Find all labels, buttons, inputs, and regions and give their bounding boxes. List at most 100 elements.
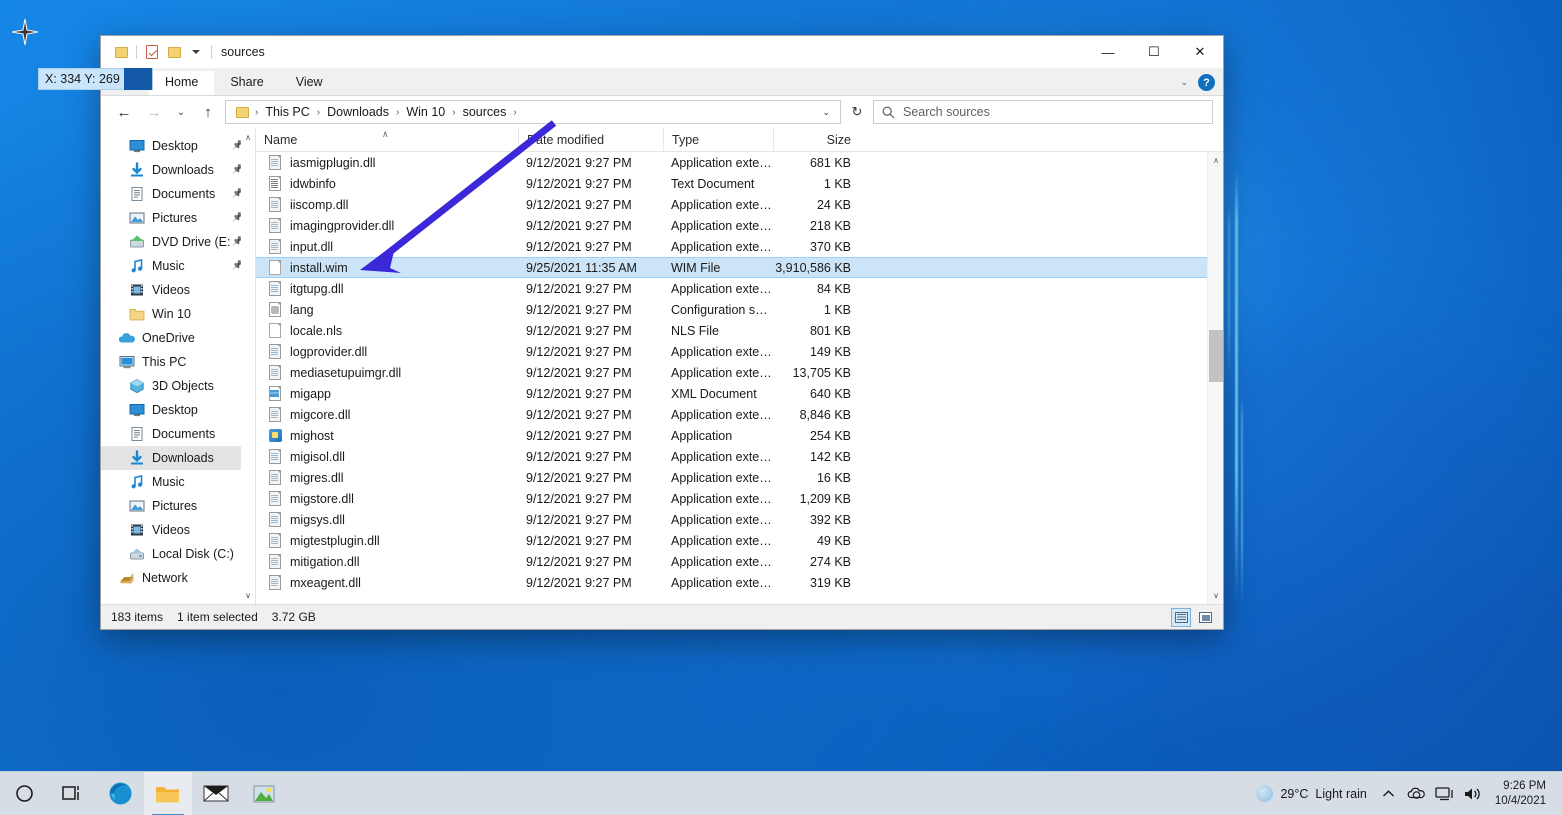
- list-scroll-down-icon[interactable]: ∨: [1208, 587, 1223, 604]
- new-folder-icon[interactable]: [164, 42, 184, 62]
- close-button[interactable]: ✕: [1177, 36, 1223, 68]
- file-explorer-window[interactable]: sources — ☐ ✕ Home Share View ⌄ ? ← → ⌄ …: [100, 35, 1224, 630]
- sidebar-item-this-pc[interactable]: This PC: [101, 350, 255, 374]
- table-row[interactable]: migcore.dll 9/12/2021 9:27 PM Application …: [256, 404, 1223, 425]
- nav-scroll-up-icon[interactable]: ∧: [241, 130, 255, 144]
- breadcrumb-win-10[interactable]: Win 10: [402, 103, 449, 121]
- file-list-scrollbar[interactable]: ∧ ∨: [1207, 152, 1223, 604]
- table-row[interactable]: install.wim 9/25/2021 11:35 AM WIM File 3,9…: [256, 257, 1223, 278]
- table-row[interactable]: mxeagent.dll 9/12/2021 9:27 PM Application…: [256, 572, 1223, 593]
- table-row[interactable]: iasmigplugin.dll 9/12/2021 9:27 PM Applica…: [256, 152, 1223, 173]
- recent-locations-button[interactable]: ⌄: [171, 100, 191, 124]
- customize-caret-icon[interactable]: [186, 42, 206, 62]
- navigation-pane[interactable]: Desktop 📌 Downloads 📌 Documents 📌 Pictures 📌 DVD…: [101, 128, 256, 604]
- sidebar-item-documents[interactable]: Documents 📌: [101, 182, 255, 206]
- table-row[interactable]: migsys.dll 9/12/2021 9:27 PM Application e…: [256, 509, 1223, 530]
- list-scroll-thumb[interactable]: [1209, 330, 1223, 382]
- breadcrumb-sep-2[interactable]: ›: [395, 107, 400, 118]
- sidebar-item-local-disk-c[interactable]: Local Disk (C:): [101, 542, 255, 566]
- sidebar-item-downloads[interactable]: Downloads: [101, 446, 255, 470]
- nav-pane-scrollbar[interactable]: ∧ ∨: [241, 128, 255, 604]
- sidebar-item-videos[interactable]: Videos: [101, 278, 255, 302]
- file-list-pane[interactable]: Name ∧ Date modified Type Size iasmigplu…: [256, 127, 1223, 604]
- tab-share[interactable]: Share: [214, 71, 279, 95]
- sidebar-item-pictures[interactable]: Pictures 📌: [101, 206, 255, 230]
- address-bar-row[interactable]: ← → ⌄ ↑ › This PC › Downloads › Win 10 ›…: [101, 96, 1223, 128]
- table-row[interactable]: migstore.dll 9/12/2021 9:27 PM Application…: [256, 488, 1223, 509]
- sidebar-item-dvd-drive-e[interactable]: DVD Drive (E: 📌: [101, 230, 255, 254]
- table-row[interactable]: lang 9/12/2021 9:27 PM Configuration sett.…: [256, 299, 1223, 320]
- details-view-icon[interactable]: [1171, 608, 1191, 627]
- window-title-bar[interactable]: sources — ☐ ✕: [101, 36, 1223, 68]
- volume-tray-icon[interactable]: [1459, 772, 1487, 815]
- ribbon-tabs[interactable]: Home Share View: [149, 71, 339, 95]
- taskbar[interactable]: 29°C Light rain 9:26 PM 10/4/2021: [0, 771, 1562, 815]
- minimize-button[interactable]: —: [1085, 36, 1131, 68]
- refresh-icon[interactable]: ↻: [845, 100, 869, 124]
- address-dropdown-icon[interactable]: ⌄: [816, 107, 836, 118]
- ribbon-right-controls[interactable]: ⌄ ?: [1180, 74, 1215, 91]
- sidebar-item-pictures[interactable]: Pictures: [101, 494, 255, 518]
- sidebar-item-downloads[interactable]: Downloads 📌: [101, 158, 255, 182]
- column-header-date[interactable]: Date modified: [518, 127, 663, 152]
- table-row[interactable]: itgtupg.dll 9/12/2021 9:27 PM Application …: [256, 278, 1223, 299]
- view-mode-buttons[interactable]: [1171, 608, 1215, 627]
- sidebar-item-videos[interactable]: Videos: [101, 518, 255, 542]
- tab-view[interactable]: View: [280, 71, 339, 95]
- list-scroll-up-icon[interactable]: ∧: [1208, 152, 1223, 169]
- properties-icon[interactable]: [142, 42, 162, 62]
- sidebar-item-win-10[interactable]: Win 10: [101, 302, 255, 326]
- table-row[interactable]: migisol.dll 9/12/2021 9:27 PM Application …: [256, 446, 1223, 467]
- search-input[interactable]: Search sources: [873, 100, 1213, 124]
- table-row[interactable]: migres.dll 9/12/2021 9:27 PM Application e…: [256, 467, 1223, 488]
- nav-scroll-down-icon[interactable]: ∨: [241, 588, 255, 602]
- table-row[interactable]: mitigation.dll 9/12/2021 9:27 PM Applicati…: [256, 551, 1223, 572]
- sidebar-item-desktop[interactable]: Desktop 📌: [101, 134, 255, 158]
- table-row[interactable]: iiscomp.dll 9/12/2021 9:27 PM Application …: [256, 194, 1223, 215]
- table-row[interactable]: idwbinfo 9/12/2021 9:27 PM Text Document 1 …: [256, 173, 1223, 194]
- breadcrumb-this-pc[interactable]: This PC: [261, 103, 313, 121]
- sidebar-item-documents[interactable]: Documents: [101, 422, 255, 446]
- edge-icon[interactable]: [96, 772, 144, 815]
- column-header-type[interactable]: Type: [663, 127, 773, 152]
- table-row[interactable]: migapp 9/12/2021 9:27 PM XML Document 640 K…: [256, 383, 1223, 404]
- column-header-name[interactable]: Name ∧: [256, 128, 518, 152]
- sidebar-item-3d-objects[interactable]: 3D Objects: [101, 374, 255, 398]
- table-row[interactable]: mighost 9/12/2021 9:27 PM Application 254 K…: [256, 425, 1223, 446]
- sidebar-item-network[interactable]: Network: [101, 566, 255, 590]
- onedrive-tray-icon[interactable]: [1403, 772, 1431, 815]
- help-icon[interactable]: ?: [1198, 74, 1215, 91]
- show-hidden-icons-chevron[interactable]: [1375, 772, 1403, 815]
- ribbon-tab-strip[interactable]: Home Share View ⌄ ?: [101, 68, 1223, 96]
- taskbar-items[interactable]: [0, 771, 288, 815]
- photos-icon[interactable]: [240, 772, 288, 815]
- file-explorer-icon[interactable]: [144, 771, 192, 815]
- breadcrumb-sep-1[interactable]: ›: [316, 107, 321, 118]
- breadcrumb-sep-3[interactable]: ›: [451, 107, 456, 118]
- breadcrumb[interactable]: › This PC › Downloads › Win 10 › sources…: [225, 100, 841, 124]
- maximize-button[interactable]: ☐: [1131, 36, 1177, 68]
- sidebar-item-onedrive[interactable]: OneDrive: [101, 326, 255, 350]
- system-tray[interactable]: 29°C Light rain 9:26 PM 10/4/2021: [1248, 772, 1562, 815]
- cortana-icon[interactable]: [0, 772, 48, 815]
- breadcrumb-sep-4[interactable]: ›: [512, 107, 517, 118]
- sidebar-item-music[interactable]: Music 📌: [101, 254, 255, 278]
- sidebar-item-music[interactable]: Music: [101, 470, 255, 494]
- breadcrumb-sources[interactable]: sources: [459, 103, 511, 121]
- sidebar-item-desktop[interactable]: Desktop: [101, 398, 255, 422]
- window-controls[interactable]: — ☐ ✕: [1085, 36, 1223, 68]
- table-row[interactable]: imagingprovider.dll 9/12/2021 9:27 PM Appl…: [256, 215, 1223, 236]
- column-headers[interactable]: Name ∧ Date modified Type Size: [256, 127, 1223, 152]
- breadcrumb-downloads[interactable]: Downloads: [323, 103, 393, 121]
- collapse-ribbon-icon[interactable]: ⌄: [1180, 77, 1188, 88]
- folder-icon[interactable]: [111, 42, 131, 62]
- task-view-icon[interactable]: [48, 772, 96, 815]
- file-rows-container[interactable]: iasmigplugin.dll 9/12/2021 9:27 PM Applica…: [256, 152, 1223, 604]
- table-row[interactable]: locale.nls 9/12/2021 9:27 PM NLS File 801 K…: [256, 320, 1223, 341]
- column-header-size[interactable]: Size: [773, 127, 863, 152]
- table-row[interactable]: migtestplugin.dll 9/12/2021 9:27 PM Applic…: [256, 530, 1223, 551]
- up-button[interactable]: ↑: [195, 100, 221, 124]
- network-tray-icon[interactable]: [1431, 772, 1459, 815]
- table-row[interactable]: logprovider.dll 9/12/2021 9:27 PM Applicat…: [256, 341, 1223, 362]
- mail-icon[interactable]: [192, 772, 240, 815]
